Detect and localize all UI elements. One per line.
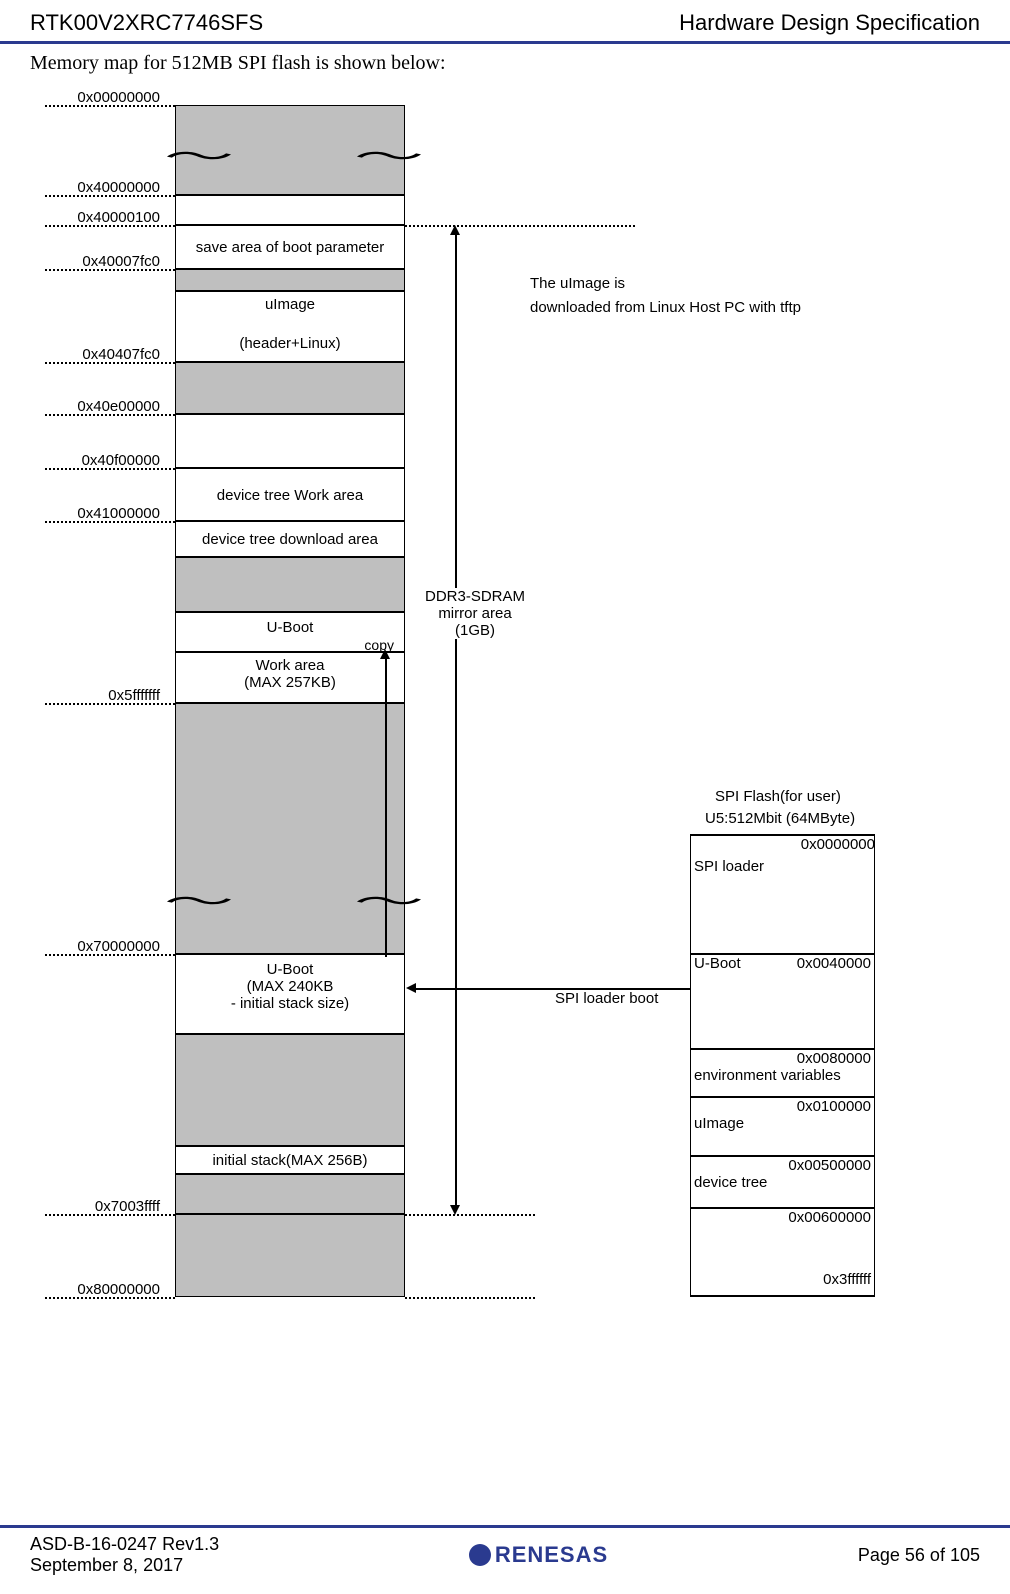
uboot2-l2: (MAX 240KB — [176, 978, 404, 995]
addr-2: 0x40000100 — [45, 209, 160, 226]
cell-boot-param: save area of boot parameter — [175, 225, 405, 269]
footer-left: ASD-B-16-0247 Rev1.3 September 8, 2017 — [30, 1534, 219, 1576]
arrow-down-icon — [450, 1205, 460, 1215]
spi-end-cell: 0x00600000 0x3ffffff — [690, 1208, 875, 1297]
spi-addr-6: 0x3ffffff — [694, 1271, 874, 1288]
logo-text: RENESAS — [495, 1542, 608, 1568]
mirror-annotation: DDR3-SDRAM mirror area (1GB) — [415, 588, 535, 639]
cell-uimage: uImage (header+Linux) — [175, 291, 405, 362]
uimage-note2: downloaded from Linux Host PC with tftp — [530, 299, 801, 316]
break-icon: 〜 — [164, 880, 234, 920]
dotted-line — [45, 195, 175, 197]
break-icon: 〜 — [354, 135, 424, 175]
arrow-up-icon — [380, 649, 390, 659]
uimage-line1: uImage — [176, 296, 404, 313]
renesas-logo: RENESAS — [469, 1542, 608, 1568]
spi-title1: SPI Flash(for user) — [715, 788, 841, 805]
cell-uboot-copy: U-Boot copy — [175, 612, 405, 652]
addr-8: 0x5fffffff — [45, 687, 160, 704]
uimage-note1: The uImage is — [530, 275, 625, 292]
spi-uboot-addr: 0x0040000 — [797, 955, 874, 972]
dotted-line — [45, 269, 175, 271]
header-right: Hardware Design Specification — [679, 10, 980, 36]
cell-dt-work: device tree Work area — [175, 468, 405, 521]
cell-gap-4 — [175, 1034, 405, 1146]
addr-5: 0x40e00000 — [45, 398, 160, 415]
cell-work-area: Work area (MAX 257KB) — [175, 652, 405, 703]
spi-uboot-label: U-Boot — [694, 955, 741, 972]
dotted-line — [45, 362, 175, 364]
spi-uboot-cell: U-Boot 0x0040000 — [690, 954, 875, 1049]
mirror-l3: (1GB) — [415, 622, 535, 639]
uboot2-l1: U-Boot — [176, 961, 404, 978]
footer-date: September 8, 2017 — [30, 1555, 219, 1576]
page-header: RTK00V2XRC7746SFS Hardware Design Specif… — [0, 0, 1010, 44]
footer-doc: ASD-B-16-0247 Rev1.3 — [30, 1534, 219, 1555]
cell-initial-stack: initial stack(MAX 256B) — [175, 1146, 405, 1174]
cell-blank-1 — [175, 195, 405, 225]
page-footer: ASD-B-16-0247 Rev1.3 September 8, 2017 R… — [0, 1525, 1010, 1594]
addr-7: 0x41000000 — [45, 505, 160, 522]
footer-page: Page 56 of 105 — [858, 1545, 980, 1566]
cell-gap-1 — [175, 362, 405, 414]
work-area-l2: (MAX 257KB) — [176, 674, 404, 691]
dotted-line — [45, 105, 175, 107]
addr-10: 0x7003ffff — [45, 1198, 160, 1215]
addr-1: 0x40000000 — [45, 179, 160, 196]
arrow-up-icon — [450, 225, 460, 235]
addr-11: 0x80000000 — [45, 1281, 160, 1298]
copy-arrow-line — [385, 657, 387, 957]
break-icon: 〜 — [164, 135, 234, 175]
spi-dt-label: device tree — [694, 1174, 874, 1191]
dotted-line — [405, 1297, 535, 1299]
cell-gap-6 — [175, 1214, 405, 1297]
spi-uimage-addr: 0x0100000 — [694, 1098, 874, 1115]
cell-gap-2 — [175, 557, 405, 612]
dotted-line — [45, 1214, 175, 1216]
spi-loader-boot-label: SPI loader boot — [555, 990, 658, 1007]
cell-sep-1 — [175, 269, 405, 291]
spi-env-addr: 0x0080000 — [694, 1050, 874, 1067]
spi-uimage-cell: 0x0100000 uImage — [690, 1097, 875, 1156]
addr-4: 0x40407fc0 — [45, 346, 160, 363]
header-left: RTK00V2XRC7746SFS — [30, 10, 263, 36]
cell-uboot2: U-Boot (MAX 240KB - initial stack size) — [175, 954, 405, 1034]
addr-3: 0x40007fc0 — [45, 253, 160, 270]
addr-0: 0x00000000 — [45, 89, 160, 106]
spi-loader-cell: SPI loader — [690, 834, 875, 954]
mirror-l1: DDR3-SDRAM — [415, 588, 535, 605]
dotted-line — [45, 703, 175, 705]
addr-9: 0x70000000 — [45, 938, 160, 955]
cell-dt-download: device tree download area — [175, 521, 405, 557]
spi-env-cell: 0x0080000 environment variables — [690, 1049, 875, 1097]
cell-gap-5 — [175, 1174, 405, 1214]
arrow-left-icon — [406, 983, 416, 993]
dotted-line — [405, 225, 635, 227]
uboot2-l3: - initial stack size) — [176, 995, 404, 1012]
spi-title2: U5:512Mbit (64MByte) — [705, 810, 855, 827]
spi-env-label: environment variables — [694, 1067, 874, 1084]
intro-text: Memory map for 512MB SPI flash is shown … — [0, 44, 1010, 85]
dotted-line — [45, 225, 175, 227]
mirror-arrow-line — [455, 235, 457, 1205]
mirror-l2: mirror area — [415, 605, 535, 622]
addr-6: 0x40f00000 — [45, 452, 160, 469]
dotted-line — [45, 521, 175, 523]
dotted-line — [405, 1214, 535, 1216]
logo-dot-icon — [469, 1544, 491, 1566]
cell-blank-2 — [175, 414, 405, 468]
dotted-line — [45, 414, 175, 416]
uimage-line2: (header+Linux) — [176, 335, 404, 352]
spi-addr-5: 0x00600000 — [694, 1209, 874, 1226]
break-icon: 〜 — [354, 880, 424, 920]
spi-dt-cell: 0x00500000 device tree — [690, 1156, 875, 1208]
dotted-line — [45, 468, 175, 470]
dotted-line — [45, 1297, 175, 1299]
dotted-line — [45, 954, 175, 956]
memory-map-diagram: 0x00000000 0x40000000 0x40000100 0x40007… — [25, 85, 985, 1365]
spi-dt-addr: 0x00500000 — [694, 1157, 874, 1174]
work-area-l1: Work area — [176, 657, 404, 674]
spi-uimage-label: uImage — [694, 1115, 874, 1132]
